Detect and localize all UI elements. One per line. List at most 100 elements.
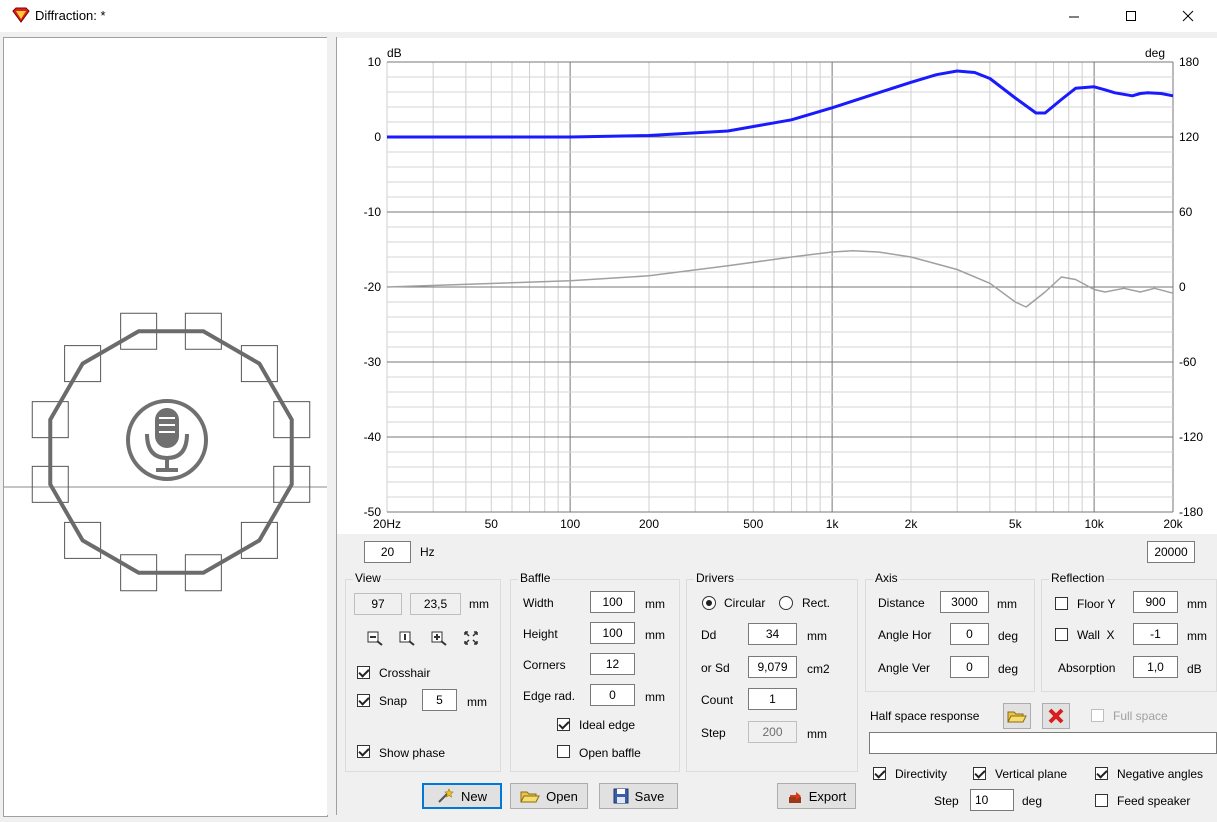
delete-x-icon [1048,708,1064,724]
absorption-unit-label: dB [1187,662,1202,676]
baffle-drawing[interactable] [4,38,327,816]
show-phase-checkbox[interactable] [357,745,370,758]
x-tick-label: 1k [826,517,840,531]
full-space-label: Full space [1113,709,1168,723]
y2-tick-label: -120 [1179,430,1203,444]
view-unit-label: mm [469,597,489,611]
zoom-in-button[interactable] [430,629,448,647]
view-x-readout: 97 [354,593,402,615]
vertical-plane-checkbox[interactable] [973,767,986,780]
width-unit-label: mm [645,597,665,611]
angle-ver-input[interactable]: 0 [950,656,989,678]
circular-radio[interactable] [702,596,716,610]
close-button[interactable] [1165,0,1211,32]
count-input[interactable]: 1 [748,688,797,710]
axis-group-title: Axis [873,571,900,585]
x-tick-label: 100 [560,517,580,531]
snap-input[interactable]: 5 [422,689,457,711]
zoom-fit-button[interactable] [462,629,480,647]
edge-radius-input[interactable]: 0 [590,684,635,706]
height-label: Height [523,627,558,641]
distance-input[interactable]: 3000 [940,591,989,613]
save-button[interactable]: Save [599,783,678,809]
floor-checkbox[interactable] [1055,597,1068,610]
baffle-group-title: Baffle [518,571,553,585]
export-arrow-icon [788,792,801,803]
zoom-out-button[interactable] [366,629,384,647]
absorption-input[interactable]: 1,0 [1133,656,1178,678]
x-tick-label: 10k [1084,517,1104,531]
x-tick-label: 5k [1009,517,1023,531]
y2-tick-label: 0 [1179,280,1186,294]
maximize-button[interactable] [1108,0,1154,32]
export-button[interactable]: Export [777,783,856,809]
wall-input[interactable]: -1 [1133,623,1178,645]
open-baffle-checkbox[interactable] [557,745,570,758]
angle-hor-unit: deg [998,629,1019,643]
negative-angles-checkbox[interactable] [1095,767,1108,780]
view-y-readout: 23,5 [410,593,461,615]
pane-splitter[interactable] [327,37,335,815]
zoom-actual-button[interactable] [398,629,416,647]
rect-radio[interactable] [779,596,793,610]
export-button-label: Export [808,788,847,804]
y-tick-label: 0 [374,130,381,144]
half-space-clear-button[interactable] [1042,703,1070,729]
floor-unit-label: mm [1187,597,1207,611]
dd-input[interactable]: 34 [748,623,797,645]
angle-hor-input[interactable]: 0 [950,623,989,645]
app-gem-icon [12,7,30,23]
folder-open-icon [520,791,540,803]
angle-ver-unit: deg [998,662,1019,676]
minimize-button[interactable] [1051,0,1097,32]
open-baffle-label: Open baffle [579,746,641,760]
crosshair-checkbox[interactable] [357,666,370,679]
half-space-open-button[interactable] [1003,703,1031,729]
open-button[interactable]: Open [510,783,588,809]
half-space-file-input[interactable] [869,732,1217,754]
directivity-checkbox[interactable] [873,767,886,780]
zoom-out-icon [367,631,383,646]
folder-open-icon [1007,711,1027,723]
response-chart[interactable]: 10 0 -10 -20 -30 -40 -50 180 120 60 0 -60 -120 -180 20… [337,38,1217,534]
new-button[interactable]: New [422,783,502,809]
wall-checkbox[interactable] [1055,628,1068,641]
ideal-edge-checkbox[interactable] [557,718,570,731]
dd-unit-label: mm [807,629,827,643]
phase-curve [386,250,1174,308]
directivity-label: Directivity [895,767,948,781]
distance-unit-label: mm [997,597,1017,611]
width-label: Width [523,596,554,610]
close-icon [1182,10,1194,22]
wall-unit-label: mm [1187,629,1207,643]
sd-input[interactable]: 9,079 [748,656,797,678]
angle-hor-label: Angle Hor [878,628,932,642]
save-button-label: Save [634,788,665,804]
open-button-label: Open [546,788,578,804]
width-input[interactable]: 100 [590,591,635,613]
show-phase-label: Show phase [379,746,446,760]
driver-step-input: 200 [748,721,797,743]
freq-min-input[interactable]: 20 [364,541,411,563]
feed-speaker-label: Feed speaker [1117,794,1191,808]
feed-speaker-checkbox[interactable] [1095,794,1108,807]
driver-step-label: Step [701,726,726,740]
window-title: Diffraction: * [35,8,106,23]
driver-step-unit-label: mm [807,727,827,741]
magnitude-curve [387,69,1174,139]
chart-plot[interactable]: 100-10-20-30-40-50180120600-60-120-18020… [337,38,1217,534]
absorption-label: Absorption [1058,661,1116,675]
freq-max-input[interactable]: 20000 [1147,541,1195,563]
x-tick-label: 2k [905,517,919,531]
directivity-step-input[interactable]: 10 [970,789,1014,811]
height-input[interactable]: 100 [590,622,635,644]
corners-input[interactable]: 12 [590,653,635,675]
sd-label: or Sd [701,661,730,675]
floor-input[interactable]: 900 [1133,591,1178,613]
snap-label: Snap [379,694,408,708]
baffle-view[interactable] [3,37,328,817]
ideal-edge-label: Ideal edge [579,718,636,732]
half-space-label: Half space response [870,709,980,723]
wall-label: Wall X [1077,628,1115,642]
snap-checkbox[interactable] [357,694,370,707]
